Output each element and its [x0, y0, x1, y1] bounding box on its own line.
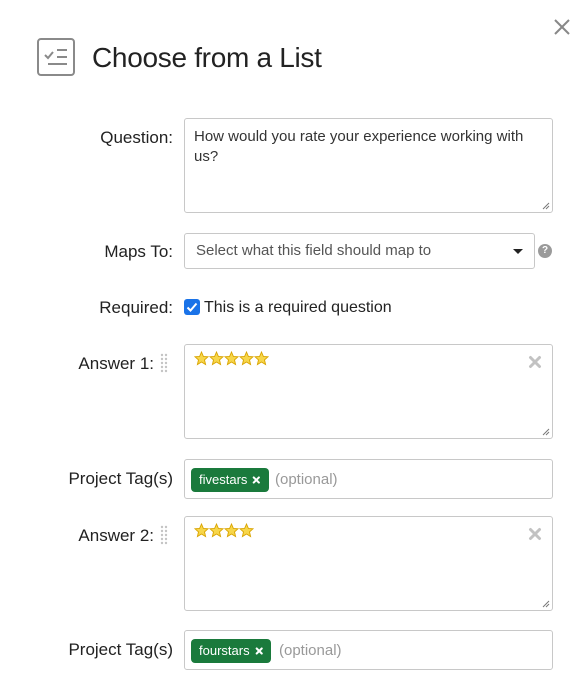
resize-handle-icon[interactable]: [542, 428, 550, 436]
project-tags-1-label: Project Tag(s): [68, 469, 173, 488]
star-icon: [254, 351, 269, 366]
resize-handle-icon[interactable]: [542, 202, 550, 210]
answer-1-textarea[interactable]: [184, 344, 553, 439]
tag-chip-label: fivestars: [199, 472, 248, 487]
star-icon: [194, 523, 209, 538]
remove-answer-icon[interactable]: [528, 527, 542, 541]
answer-2-textarea[interactable]: [184, 516, 553, 611]
dialog-title: Choose from a List: [92, 42, 322, 73]
answer-2-stars: [194, 523, 254, 538]
star-icon: [224, 523, 239, 538]
chevron-down-icon: [513, 249, 523, 254]
drag-handle-icon[interactable]: [160, 353, 168, 373]
required-label: Required:: [99, 298, 173, 317]
tag-chip: fivestars: [191, 468, 269, 492]
maps-to-label: Maps To:: [104, 242, 173, 261]
required-checkbox-label: This is a required question: [204, 299, 392, 316]
answer-2-label: Answer 2:: [78, 526, 154, 545]
help-icon[interactable]: ?: [538, 244, 552, 258]
question-textarea[interactable]: How would you rate your experience worki…: [184, 118, 553, 213]
star-icon: [224, 351, 239, 366]
tags-placeholder: (optional): [275, 471, 338, 488]
star-icon: [239, 351, 254, 366]
tags-placeholder: (optional): [279, 642, 342, 659]
star-icon: [209, 523, 224, 538]
star-icon: [209, 351, 224, 366]
project-tags-2-label: Project Tag(s): [68, 640, 173, 659]
remove-tag-icon[interactable]: [255, 646, 263, 656]
project-tags-1-input[interactable]: fivestars (optional): [184, 459, 553, 499]
tag-chip-label: fourstars: [199, 643, 250, 658]
star-icon: [194, 351, 209, 366]
answer-1-stars: [194, 351, 269, 366]
required-checkbox[interactable]: [184, 299, 200, 315]
maps-to-select[interactable]: Select what this field should map to: [184, 233, 535, 269]
close-icon[interactable]: [551, 16, 573, 38]
question-text: How would you rate your experience worki…: [194, 128, 524, 165]
remove-answer-icon[interactable]: [528, 355, 542, 369]
maps-to-placeholder: Select what this field should map to: [196, 242, 432, 259]
star-icon: [239, 523, 254, 538]
checkmark-icon: [186, 302, 198, 312]
remove-tag-icon[interactable]: [252, 475, 261, 485]
drag-handle-icon[interactable]: [160, 525, 168, 545]
resize-handle-icon[interactable]: [542, 600, 550, 608]
list-check-icon: [37, 38, 75, 76]
question-label: Question:: [100, 128, 173, 147]
answer-1-label: Answer 1:: [78, 354, 154, 373]
project-tags-2-input[interactable]: fourstars (optional): [184, 630, 553, 670]
tag-chip: fourstars: [191, 639, 271, 663]
